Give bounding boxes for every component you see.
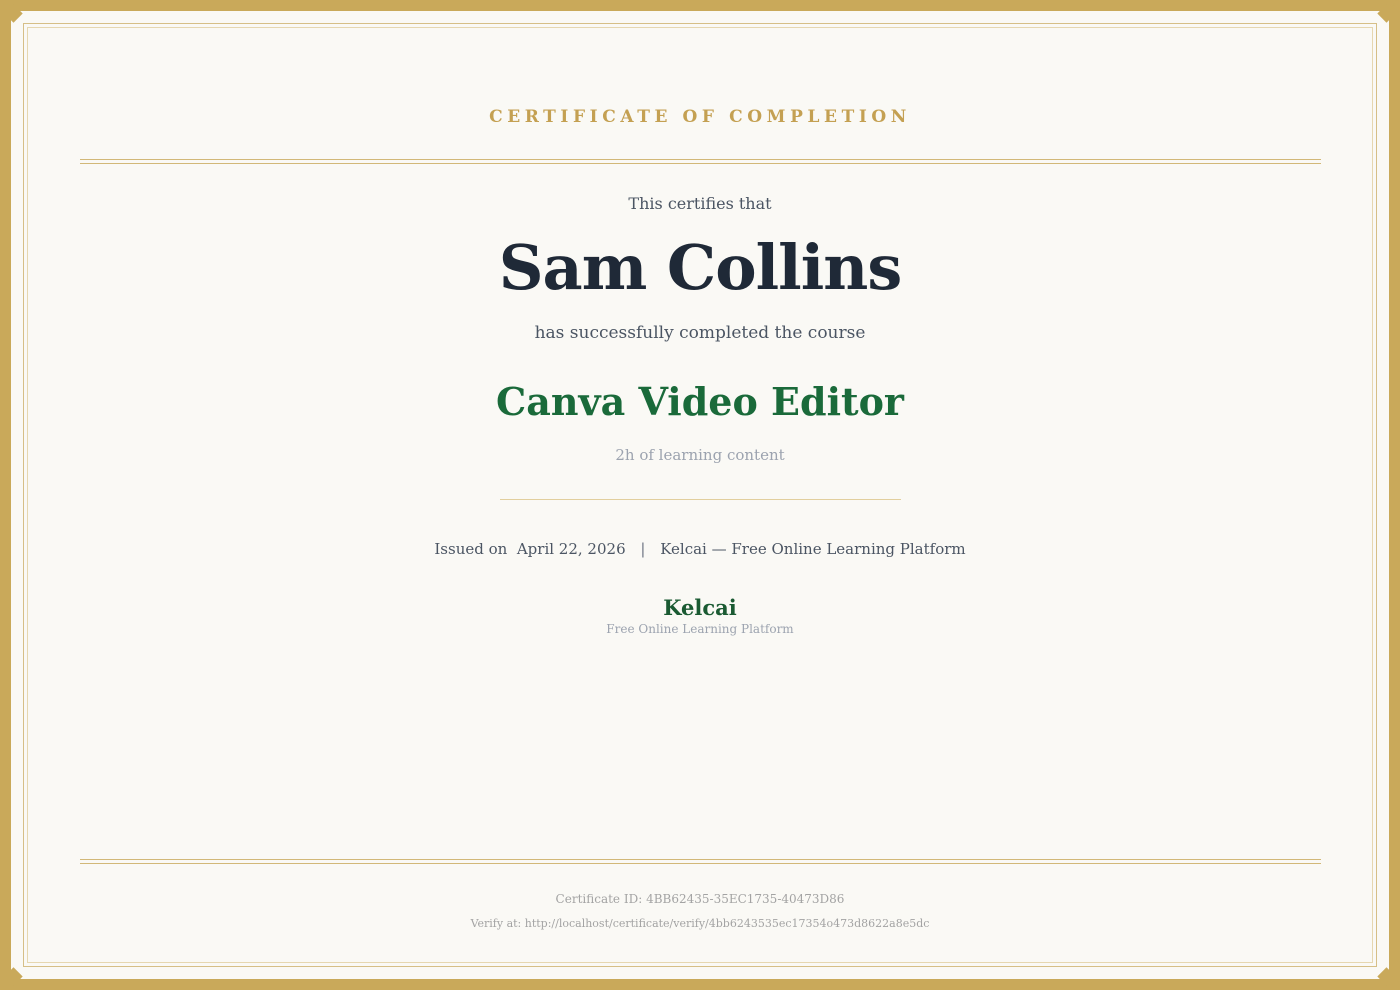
issued-line: Issued on April 22, 2026 | Kelcai — Free… bbox=[11, 540, 1389, 558]
verify-link[interactable]: Verify at: http://localhost/certificate/… bbox=[11, 917, 1389, 930]
issued-date: April 22, 2026 bbox=[516, 540, 626, 558]
bottom-divider bbox=[80, 859, 1321, 864]
certificate-id: Certificate ID: 4BB62435-35EC1735-40473D… bbox=[555, 892, 845, 906]
certifies-text: This certifies that bbox=[628, 194, 772, 213]
inner-border-secondary bbox=[27, 27, 1373, 963]
course-title: Canva Video Editor bbox=[496, 379, 904, 424]
certificate-heading: CERTIFICATE OF COMPLETION bbox=[489, 107, 911, 127]
brand-tagline: Free Online Learning Platform bbox=[606, 622, 794, 636]
issued-separator: | bbox=[640, 540, 646, 558]
recipient-name: Sam Collins bbox=[498, 231, 902, 304]
issuer-line: Kelcai — Free Online Learning Platform bbox=[660, 540, 966, 558]
certificate-paper: CERTIFICATE OF COMPLETION This certifies… bbox=[11, 11, 1389, 979]
course-duration: 2h of learning content bbox=[615, 446, 785, 464]
short-divider bbox=[500, 499, 901, 500]
brand-name: Kelcai bbox=[663, 595, 737, 620]
completed-text: has successfully completed the course bbox=[534, 323, 866, 343]
certificate-frame: CERTIFICATE OF COMPLETION This certifies… bbox=[0, 0, 1400, 990]
top-divider bbox=[80, 159, 1321, 164]
issued-label: Issued on bbox=[434, 540, 508, 558]
